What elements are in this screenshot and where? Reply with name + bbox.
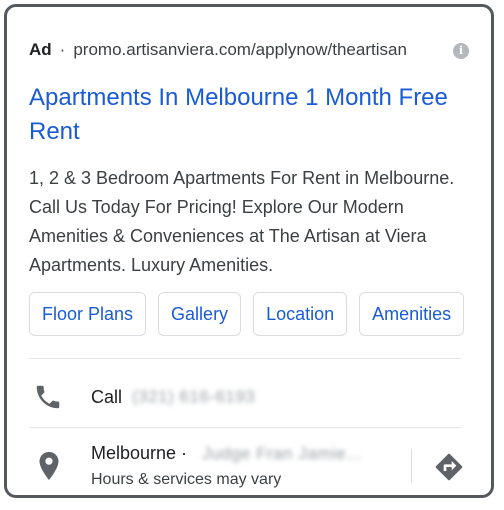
display-url[interactable]: promo.artisanviera.com/applynow/theartis… bbox=[73, 40, 407, 60]
vertical-divider bbox=[411, 449, 412, 483]
ad-description: 1, 2 & 3 Bedroom Apartments For Rent in … bbox=[29, 168, 455, 275]
sitelink-floor-plans[interactable]: Floor Plans bbox=[29, 292, 147, 336]
location-extension[interactable]: Melbourne · Judge Fran Jamie... Hours & … bbox=[29, 439, 469, 495]
divider bbox=[29, 358, 461, 359]
info-icon[interactable]: i bbox=[453, 43, 469, 59]
ad-label: Ad bbox=[29, 40, 52, 59]
directions-icon[interactable] bbox=[433, 451, 465, 483]
call-label: Call bbox=[91, 386, 123, 407]
phone-icon bbox=[36, 385, 60, 409]
sitelinks-row: Floor Plans Gallery Location Amenities bbox=[29, 292, 491, 336]
location-line: Melbourne · Judge Fran Jamie... bbox=[91, 443, 362, 464]
sitelink-amenities[interactable]: Amenities bbox=[359, 292, 465, 336]
hours-note: Hours & services may vary bbox=[91, 471, 282, 488]
ad-header: Ad · promo.artisanviera.com/applynow/the… bbox=[29, 38, 471, 62]
sitelink-location[interactable]: Location bbox=[253, 292, 348, 336]
map-pin-icon bbox=[39, 452, 59, 480]
ad-card: Ad · promo.artisanviera.com/applynow/the… bbox=[4, 4, 494, 498]
redacted-phone-number: (321) 616-6193 bbox=[132, 387, 256, 406]
separator-dot: · bbox=[59, 40, 66, 59]
location-city: Melbourne · bbox=[91, 443, 188, 463]
call-extension[interactable]: Call (321) 616-6193 bbox=[29, 377, 459, 417]
divider bbox=[29, 427, 461, 428]
redacted-address: Judge Fran Jamie... bbox=[202, 444, 362, 463]
ad-headline-link[interactable]: Apartments In Melbourne 1 Month Free Ren… bbox=[29, 81, 449, 149]
sitelink-gallery[interactable]: Gallery bbox=[158, 292, 242, 336]
